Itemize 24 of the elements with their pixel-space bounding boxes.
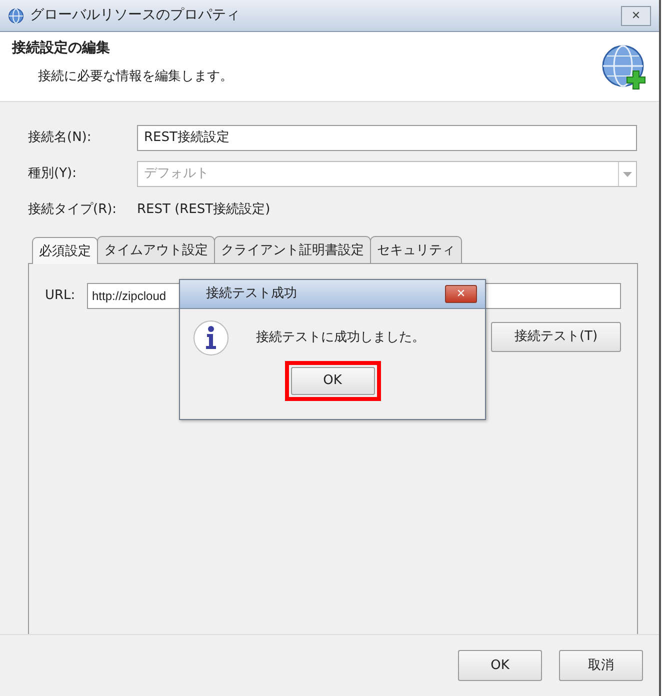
section-description: 接続に必要な情報を編集します。 [38, 68, 234, 86]
globe-icon [8, 8, 24, 24]
tab[interactable]: セキュリティ [370, 236, 462, 262]
text-field[interactable]: REST接続設定 [137, 125, 637, 151]
ok-button[interactable]: OK [290, 367, 374, 395]
tab[interactable]: 必須設定 [32, 237, 98, 264]
static-value: REST (REST接続設定) [137, 201, 270, 220]
close-button[interactable]: ✕ [621, 6, 651, 26]
dialog-message: 接続テストに成功しました。 [256, 329, 425, 348]
field-label: 接続名(N): [28, 129, 92, 148]
field-label: 接続タイプ(R): [28, 201, 118, 220]
cancel-button[interactable]: 取消 [559, 650, 643, 681]
tab[interactable]: クライアント証明書設定 [214, 236, 371, 262]
info-icon [192, 319, 230, 357]
dialog-title: 接続テスト成功 [206, 285, 297, 304]
window-title: グローバルリソースのプロパティ [30, 6, 240, 25]
section-title: 接続設定の編集 [12, 38, 111, 58]
ok-button[interactable]: OK [458, 650, 542, 681]
field-label: URL: [45, 286, 76, 305]
tab[interactable]: タイムアウト設定 [97, 236, 215, 262]
field-label: 種別(Y): [28, 165, 78, 184]
close-button[interactable]: ✕ [445, 285, 477, 303]
caret-icon [623, 172, 632, 176]
test-connection-button[interactable]: 接続テスト(T) [491, 322, 621, 352]
